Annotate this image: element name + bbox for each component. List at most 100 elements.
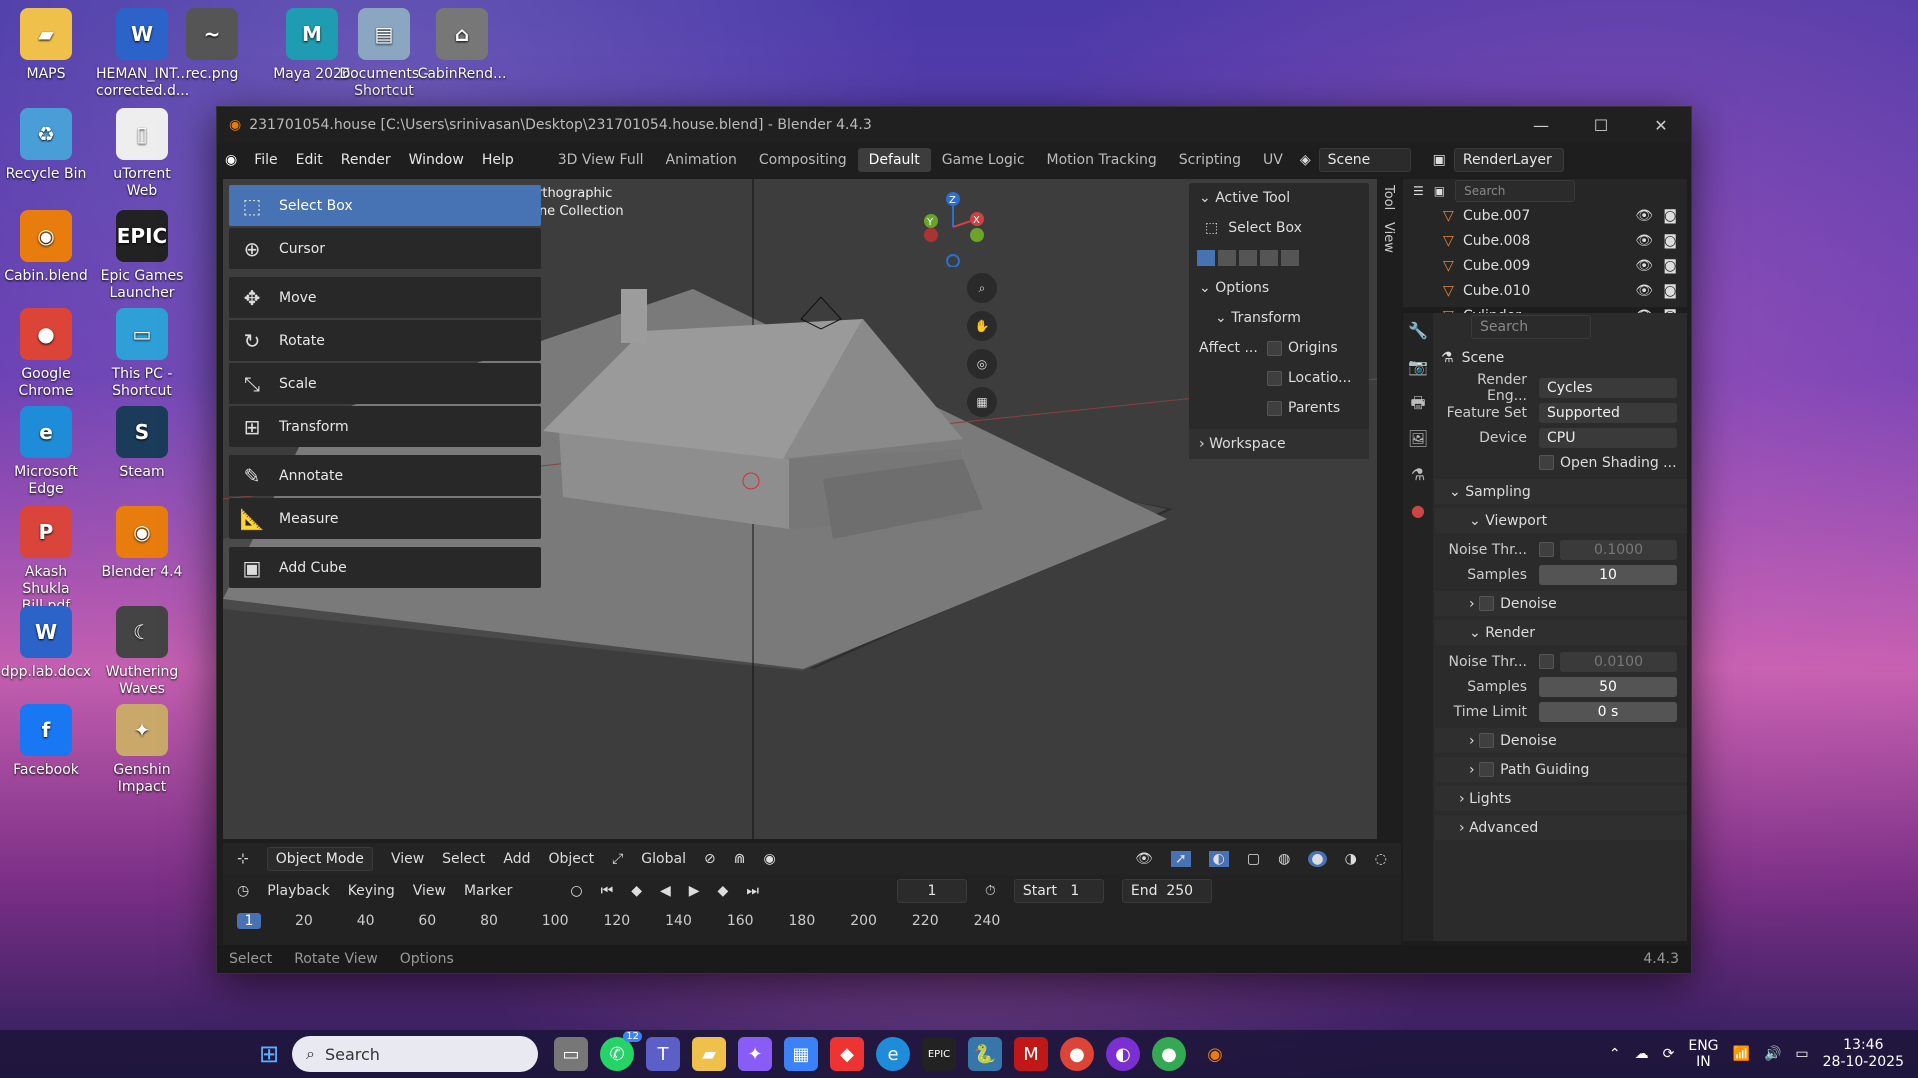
tool-transform[interactable]: ⊞ Transform (229, 406, 541, 447)
frame-ruler[interactable]: 1 20 40 60 80 100 120 140 160 180 200 220 240 (223, 907, 1401, 935)
r-denoise-header[interactable]: › Denoise (1435, 728, 1687, 753)
desktop-icon[interactable]: S Steam (96, 406, 188, 481)
language-indicator[interactable]: ENG IN (1688, 1038, 1718, 1070)
tab-uv[interactable]: UV (1252, 148, 1294, 172)
desktop-icon[interactable]: e Microsoft Edge (0, 406, 92, 498)
play-icon[interactable]: ▶ (689, 883, 700, 899)
shading-wire-icon[interactable]: ◍ (1278, 851, 1290, 867)
proportional-icon[interactable]: ◉ (763, 851, 775, 867)
playback-menu[interactable]: Playback (267, 883, 329, 899)
outliner-row[interactable]: ▽ Cube.009 👁 ◙ (1403, 253, 1687, 278)
vp-samples-field[interactable]: 10 (1539, 564, 1677, 585)
chrome-icon[interactable]: ● (1060, 1037, 1094, 1071)
orientation-dropdown[interactable]: Global (641, 851, 686, 867)
header-object[interactable]: Object (548, 851, 594, 867)
marker-menu[interactable]: Marker (464, 883, 512, 899)
vp-denoise-header[interactable]: › Denoise (1435, 591, 1687, 616)
properties-search[interactable]: Search (1471, 315, 1591, 339)
desktop-icon[interactable]: ♻ Recycle Bin (0, 108, 92, 183)
task-view-icon[interactable]: ▭ (554, 1037, 588, 1071)
time-limit-field[interactable]: 0 s (1539, 701, 1677, 722)
teams-icon[interactable]: T (646, 1037, 680, 1071)
minimize-button[interactable]: — (1511, 116, 1571, 135)
tool-select-box[interactable]: ⬚ Select Box (229, 185, 541, 226)
render-camera-icon[interactable]: ◙ (1663, 233, 1677, 249)
start-frame-field[interactable]: Start 1 (1013, 879, 1104, 903)
desktop-icon[interactable]: ~ rec.png (166, 8, 258, 83)
desktop-icon[interactable]: EPIC Epic Games Launcher (96, 210, 188, 302)
world-tab-icon[interactable]: ● (1403, 493, 1433, 529)
feature-set-dropdown[interactable]: Supported (1539, 402, 1677, 423)
render-camera-icon[interactable]: ◙ (1663, 258, 1677, 274)
app-purple-icon[interactable]: ◐ (1106, 1037, 1140, 1071)
blender-menu-icon[interactable]: ◉ (217, 152, 245, 168)
visibility-eye-icon[interactable]: 👁 (1635, 233, 1653, 249)
onedrive-icon[interactable]: ☁ (1635, 1046, 1649, 1062)
zoom-icon[interactable]: ⌕ (967, 273, 997, 303)
desktop-icon[interactable]: ▭ This PC - Shortcut (96, 308, 188, 400)
jump-end-icon[interactable]: ⏭ (746, 883, 759, 899)
tool-measure[interactable]: 📐 Measure (229, 498, 541, 539)
record-icon[interactable]: ○ (570, 883, 582, 899)
desktop-icon[interactable]: ⌂ CabinRend... (416, 8, 508, 83)
close-button[interactable]: ✕ (1631, 116, 1691, 135)
tool-scale[interactable]: ⤡ Scale (229, 363, 541, 404)
visibility-eye-icon[interactable]: 👁 (1635, 208, 1653, 224)
scene-tab-icon[interactable]: ⚗ (1403, 457, 1433, 493)
file-explorer-icon[interactable]: ▰ (692, 1037, 726, 1071)
header-view[interactable]: View (391, 851, 424, 867)
gizmo-icon[interactable]: ➚ (1170, 851, 1191, 867)
render-camera-icon[interactable]: ◙ (1663, 208, 1677, 224)
desktop-icon[interactable]: Wdpp.lab.docx (0, 606, 92, 681)
visibility-icon[interactable]: 👁 (1135, 851, 1153, 867)
header-select[interactable]: Select (442, 851, 485, 867)
render-engine-dropdown[interactable]: Cycles (1539, 377, 1677, 398)
scene-selector-icon[interactable]: ◈ (1300, 152, 1311, 168)
clock[interactable]: 13:46 28-10-2025 (1823, 1037, 1904, 1071)
active-tool-header[interactable]: ⌄ Active Tool (1189, 183, 1369, 213)
timeline-view-menu[interactable]: View (413, 883, 446, 899)
python-icon[interactable]: 🐍 (968, 1037, 1002, 1071)
outliner-row[interactable]: ▽ Cube.008 👁 ◙ (1403, 228, 1687, 253)
header-add[interactable]: Add (503, 851, 530, 867)
advanced-header[interactable]: › Advanced (1435, 815, 1687, 840)
mode-dropdown[interactable]: Object Mode (266, 847, 373, 871)
tab-scripting[interactable]: Scripting (1168, 148, 1252, 172)
view-layer-tab-icon[interactable]: 🖼 (1403, 421, 1433, 457)
sampling-panel-header[interactable]: ⌄ Sampling (1435, 479, 1687, 504)
camera-view-icon[interactable]: ◎ (967, 349, 997, 379)
menu-file[interactable]: File (245, 152, 286, 168)
desktop-icon[interactable]: ☾ Wuthering Waves (96, 606, 188, 698)
timeline-editor-icon[interactable]: ◷ (237, 883, 249, 899)
overlay-icon[interactable]: ◐ (1208, 851, 1229, 867)
tray-chevron-icon[interactable]: ⌃ (1609, 1046, 1621, 1062)
tab-animation[interactable]: Animation (655, 148, 748, 172)
open-shading-checkbox[interactable] (1539, 455, 1554, 470)
current-frame-field[interactable]: 1 (896, 879, 967, 903)
shading-rendered-icon[interactable]: ◌ (1375, 851, 1387, 867)
shading-solid-icon[interactable]: ● (1308, 851, 1327, 867)
scene-field[interactable]: Scene (1318, 148, 1411, 172)
affect-origins-row[interactable]: Affect ... Origins (1189, 333, 1369, 363)
select-mode-buttons[interactable] (1189, 243, 1369, 273)
r-denoise-checkbox[interactable] (1479, 733, 1495, 748)
keying-menu[interactable]: Keying (348, 883, 395, 899)
edge-icon[interactable]: e (876, 1037, 910, 1071)
tool-annotate[interactable]: ✎ Annotate (229, 455, 541, 496)
tab-tool[interactable]: Tool (1377, 179, 1400, 216)
mcafee-icon[interactable]: M (1014, 1037, 1048, 1071)
menu-help[interactable]: Help (473, 152, 523, 168)
origins-checkbox[interactable] (1267, 340, 1282, 356)
layers-icon[interactable]: ▣ (1433, 152, 1446, 168)
sync-icon[interactable]: ⟳ (1663, 1046, 1675, 1062)
copilot-icon[interactable]: ✦ (738, 1037, 772, 1071)
tab-view[interactable]: View (1377, 216, 1400, 259)
output-tab-icon[interactable]: 🖶 (1403, 385, 1433, 421)
blender-taskbar-icon[interactable]: ◉ (1198, 1037, 1232, 1071)
r-noise-checkbox[interactable] (1539, 654, 1554, 669)
r-noise-field[interactable]: 0.0100 (1560, 651, 1677, 672)
affect-parents-row[interactable]: Parents (1189, 393, 1369, 423)
transform-header[interactable]: ⌄ Transform (1189, 303, 1369, 333)
tool-cursor[interactable]: ⊕ Cursor (229, 228, 541, 269)
prev-key-icon[interactable]: ◆ (631, 883, 642, 899)
